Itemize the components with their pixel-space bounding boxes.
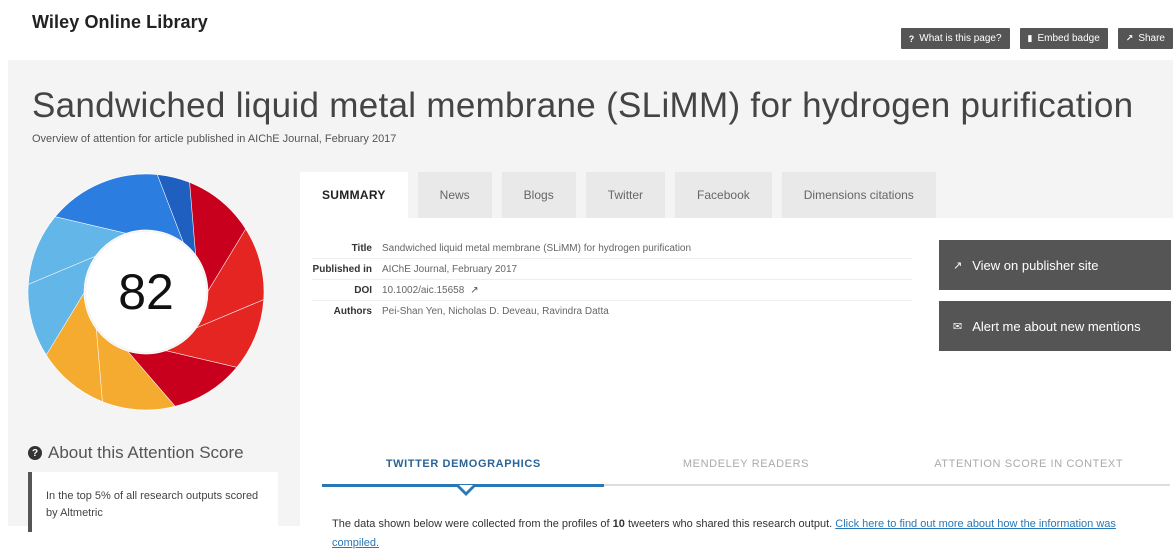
external-link-icon[interactable]: ↗ [470, 285, 478, 296]
external-link-icon: ↗ [953, 259, 963, 272]
alert-mentions-label: Alert me about new mentions [972, 318, 1141, 334]
main-content: Sandwiched liquid metal membrane (SLiMM)… [8, 60, 1173, 549]
subtab-attention-score-in-context[interactable]: ATTENTION SCORE IN CONTEXT [887, 444, 1170, 484]
summary-panel: Title Sandwiched liquid metal membrane (… [300, 218, 1173, 549]
doi-link[interactable]: 10.1002/aic.15658 [382, 285, 464, 296]
article-title-value: Sandwiched liquid metal membrane (SLiMM)… [382, 242, 692, 254]
meta-row-doi: DOI 10.1002/aic.15658 ↗ [312, 280, 912, 301]
subtab-mendeley-readers[interactable]: MENDELEY READERS [605, 444, 888, 484]
tab-facebook[interactable]: Facebook [675, 172, 772, 218]
meta-row-authors: Authors Pei-Shan Yen, Nicholas D. Deveau… [312, 301, 912, 322]
altmetric-donut[interactable] [26, 172, 266, 412]
journal-value: AIChE Journal, February 2017 [382, 263, 518, 275]
tab-blogs[interactable]: Blogs [501, 172, 576, 218]
page-subtitle: Overview of attention for article publis… [32, 133, 397, 145]
envelope-icon: ✉ [953, 320, 963, 333]
meta-label: DOI [354, 284, 372, 296]
active-subtab-notch-inner [459, 485, 473, 492]
detail-subtabs: TWITTER DEMOGRAPHICS MENDELEY READERS AT… [322, 444, 1170, 486]
question-circle-icon: ? [28, 446, 42, 460]
alert-new-mentions-button[interactable]: ✉ Alert me about new mentions [939, 301, 1171, 351]
meta-value: 10.1002/aic.15658 ↗ [382, 285, 479, 296]
meta-value: Sandwiched liquid metal membrane (SLiMM)… [382, 243, 691, 254]
pin-icon: ▮ [1027, 33, 1033, 43]
brand-logo[interactable]: Wiley Online Library [32, 12, 208, 33]
tab-summary[interactable]: SUMMARY [300, 172, 408, 218]
embed-badge-button[interactable]: ▮ Embed badge [1019, 28, 1108, 49]
demographics-text-after: tweeters who shared this research output… [624, 518, 836, 530]
top-buttons: ? What is this page? ▮ Embed badge ↗ Sha… [900, 28, 1173, 49]
question-icon: ? [908, 33, 915, 44]
donut-center [86, 232, 206, 352]
demographics-text-before: The data shown below were collected from… [332, 518, 613, 530]
about-attention-score[interactable]: ? About this Attention Score [28, 443, 244, 463]
authors-value: Pei-Shan Yen, Nicholas D. Deveau, Ravind… [382, 306, 609, 317]
article-metadata: Title Sandwiched liquid metal membrane (… [312, 238, 912, 322]
meta-label: Published in [312, 263, 372, 275]
meta-row-published: Published in AIChE Journal, February 201… [312, 259, 912, 280]
meta-value: Pei-Shan Yen, Nicholas D. Deveau, Ravind… [382, 306, 609, 317]
subtab-twitter-demographics[interactable]: TWITTER DEMOGRAPHICS [322, 444, 605, 484]
tab-dimensions-citations[interactable]: Dimensions citations [781, 172, 936, 218]
main-tabs: SUMMARY News Blogs Twitter Facebook Dime… [300, 172, 936, 218]
what-is-this-page-button[interactable]: ? What is this page? [900, 28, 1010, 49]
tab-twitter[interactable]: Twitter [585, 172, 666, 218]
what-is-this-page-label: What is this page? [919, 33, 1002, 44]
demographics-description: The data shown below were collected from… [332, 515, 1152, 553]
top-bar: Wiley Online Library ? What is this page… [0, 0, 1173, 60]
score-context-box: In the top 5% of all research outputs sc… [28, 472, 278, 532]
share-label: Share [1138, 33, 1165, 44]
embed-badge-label: Embed badge [1037, 33, 1100, 44]
share-icon: ↗ [1125, 33, 1134, 43]
tweeter-count: 10 [612, 518, 625, 530]
meta-label: Title [351, 242, 372, 254]
tab-news[interactable]: News [417, 172, 492, 218]
page-title: Sandwiched liquid metal membrane (SLiMM)… [32, 86, 1134, 125]
meta-row-title: Title Sandwiched liquid metal membrane (… [312, 238, 912, 259]
meta-value: AIChE Journal, February 2017 [382, 264, 517, 275]
meta-label: Authors [333, 306, 372, 317]
about-score-title: About this Attention Score [48, 443, 244, 462]
share-button[interactable]: ↗ Share [1117, 28, 1173, 49]
view-on-publisher-site-button[interactable]: ↗ View on publisher site [939, 240, 1171, 290]
view-publisher-label: View on publisher site [972, 257, 1099, 273]
